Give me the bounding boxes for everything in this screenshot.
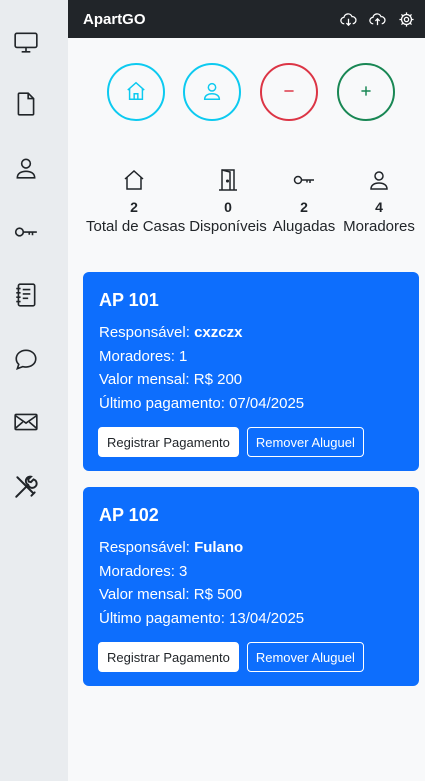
stat-total-houses: 2 Total de Casas: [86, 166, 186, 235]
card-responsible: Responsável: cxzczx: [99, 321, 403, 345]
card-residents: Moradores: 3: [99, 562, 188, 580]
houses-button[interactable]: [107, 63, 165, 121]
card-residents: Moradores: 1: [99, 347, 188, 365]
key-icon[interactable]: [12, 218, 40, 246]
card-rent: Valor mensal: R$ 200: [99, 371, 243, 388]
stat-available: 0 Disponíveis: [185, 166, 271, 235]
card-responsible: Responsável: Fulano: [99, 536, 403, 560]
monitor-icon[interactable]: [12, 28, 40, 56]
stat-value: 2: [130, 199, 138, 215]
stat-value: 4: [375, 199, 383, 215]
register-payment-button[interactable]: Registrar Pagamento: [98, 427, 239, 457]
top-actions: [340, 11, 415, 28]
gear-icon[interactable]: [398, 11, 415, 28]
plus-icon: [355, 80, 377, 105]
card-title: AP 102: [99, 505, 159, 525]
app-title: ApartGO: [83, 10, 146, 28]
file-icon[interactable]: [12, 90, 40, 118]
responsible-name: Fulano: [194, 539, 244, 556]
apartment-card: AP 101 Responsável: cxzczx Moradores: 1 …: [83, 272, 419, 471]
stat-label: Alugadas: [272, 218, 336, 235]
sidebar: [0, 0, 68, 781]
register-payment-button[interactable]: Registrar Pagamento: [98, 642, 239, 672]
cloud-upload-icon[interactable]: [369, 11, 386, 28]
minus-icon: [278, 80, 300, 105]
chat-icon[interactable]: [12, 346, 40, 374]
responsible-label: Responsável:: [99, 539, 190, 556]
remove-rental-button[interactable]: Remover Aluguel: [246, 642, 364, 672]
apartment-card: AP 102 Responsável: Fulano Moradores: 3 …: [83, 487, 419, 686]
card-actions: Registrar Pagamento Remover Aluguel: [98, 427, 364, 457]
envelope-icon[interactable]: [12, 408, 40, 436]
journal-icon[interactable]: [12, 281, 40, 309]
remove-button[interactable]: [260, 63, 318, 121]
card-last-payment: Último pagamento: 13/04/2025: [99, 609, 305, 627]
card-actions: Registrar Pagamento Remover Aluguel: [98, 642, 364, 672]
residents-button[interactable]: [183, 63, 241, 121]
add-button[interactable]: [337, 63, 395, 121]
stat-rented: 2 Alugadas: [270, 166, 338, 235]
house-icon: [125, 80, 147, 105]
top-navbar: ApartGO: [68, 0, 425, 38]
stat-label: Disponíveis: [189, 218, 267, 235]
person-icon[interactable]: [12, 154, 40, 182]
stat-label: Moradores: [343, 218, 415, 235]
card-last-payment: Último pagamento: 07/04/2025: [99, 394, 305, 412]
card-title: AP 101: [99, 290, 159, 310]
person-icon: [340, 166, 418, 194]
cloud-download-icon[interactable]: [340, 11, 357, 28]
key-icon: [270, 166, 338, 194]
person-icon: [201, 80, 223, 105]
responsible-name: cxzczx: [194, 324, 243, 341]
remove-rental-button[interactable]: Remover Aluguel: [246, 427, 364, 457]
responsible-label: Responsável:: [99, 324, 190, 341]
stat-value: 2: [300, 199, 308, 215]
tools-icon[interactable]: [12, 473, 40, 501]
stat-residents: 4 Moradores: [340, 166, 418, 235]
stat-label: Total de Casas: [86, 218, 186, 235]
house-icon: [86, 166, 182, 194]
door-icon: [185, 166, 271, 194]
stat-value: 0: [224, 199, 232, 215]
card-rent: Valor mensal: R$ 500: [99, 586, 243, 603]
